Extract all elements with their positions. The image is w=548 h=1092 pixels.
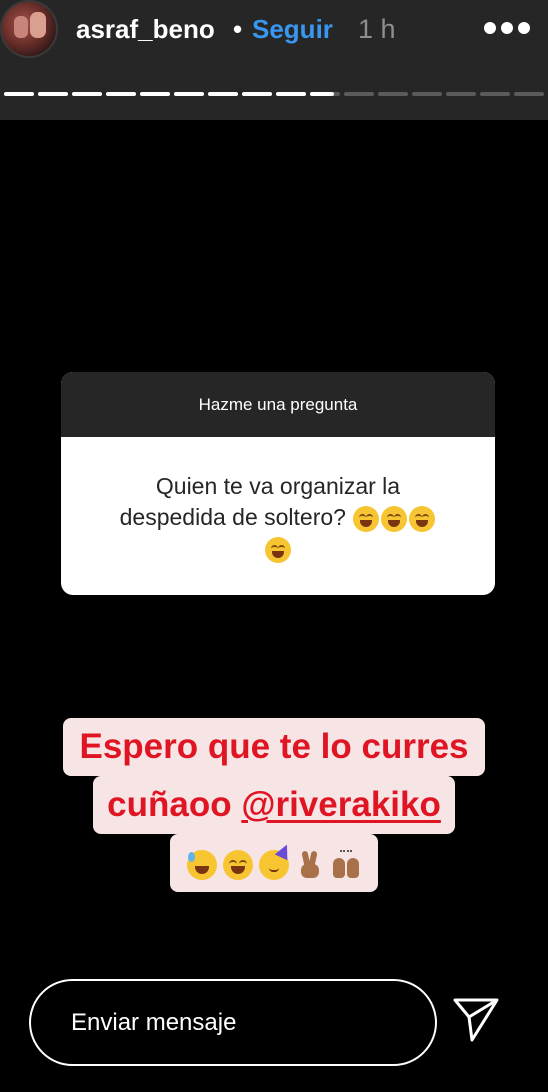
progress-segment-fill	[310, 92, 334, 96]
caption-line-2: cuñaoo @riverakiko	[93, 776, 455, 834]
dot-icon	[518, 22, 530, 34]
progress-segment	[480, 92, 510, 96]
caption-emoji-line	[170, 834, 378, 892]
face-with-tears-of-joy-icon	[353, 505, 380, 532]
send-paper-plane-icon[interactable]	[452, 997, 500, 1043]
progress-segment-fill	[242, 92, 272, 96]
face-with-tears-of-joy-icon	[223, 849, 253, 880]
progress-segment-fill	[140, 92, 170, 96]
progress-segment	[378, 92, 408, 96]
caption-line-1: Espero que te lo curres	[63, 718, 485, 776]
question-line-2-text: despedida de soltero?	[119, 504, 346, 530]
username[interactable]: asraf_beno	[76, 14, 215, 45]
progress-segment	[514, 92, 544, 96]
avatar-figure	[30, 12, 46, 38]
reply-placeholder: Enviar mensaje	[71, 1009, 237, 1036]
timestamp: 1 h	[358, 14, 396, 44]
story-caption: Espero que te lo curres cuñaoo @riveraki…	[0, 718, 548, 892]
question-line-2: despedida de soltero?	[81, 502, 475, 533]
raising-hands-icon	[331, 849, 361, 880]
progress-segment-fill	[174, 92, 204, 96]
progress-segment-fill	[38, 92, 68, 96]
grinning-sweat-face-icon	[187, 849, 217, 880]
story-progress-bar	[0, 92, 548, 96]
question-line-3	[81, 533, 475, 564]
partying-face-icon	[259, 841, 294, 880]
mention-link[interactable]: @riverakiko	[241, 785, 441, 824]
question-sticker-title: Hazme una pregunta	[61, 372, 495, 437]
follow-button[interactable]: Seguir	[252, 14, 333, 45]
more-options-icon[interactable]	[484, 16, 530, 40]
progress-segment-fill	[106, 92, 136, 96]
story-header: asraf_beno • Seguir 1 h	[0, 0, 548, 120]
question-line-1: Quien te va organizar la	[155, 473, 401, 499]
avatar[interactable]	[0, 0, 58, 58]
face-with-tears-of-joy-icon	[381, 505, 408, 532]
question-sticker: Hazme una pregunta Quien te va organizar…	[61, 372, 495, 595]
avatar-figure	[14, 16, 28, 38]
progress-segment	[446, 92, 476, 96]
victory-hand-icon	[295, 850, 325, 880]
dot-icon	[484, 22, 496, 34]
face-with-tears-of-joy-icon	[265, 536, 291, 563]
progress-segment-fill	[276, 92, 306, 96]
progress-segment	[412, 92, 442, 96]
question-text: Quien te va organizar la despedida de so…	[61, 437, 495, 564]
face-with-tears-of-joy-icon	[409, 505, 436, 532]
progress-segment-fill	[4, 92, 34, 96]
separator-dot: •	[233, 14, 243, 44]
progress-segment-fill	[208, 92, 238, 96]
progress-segment	[344, 92, 374, 96]
caption-line-2-text: cuñaoo	[107, 785, 232, 824]
dot-icon	[501, 22, 513, 34]
progress-segment-fill	[72, 92, 102, 96]
